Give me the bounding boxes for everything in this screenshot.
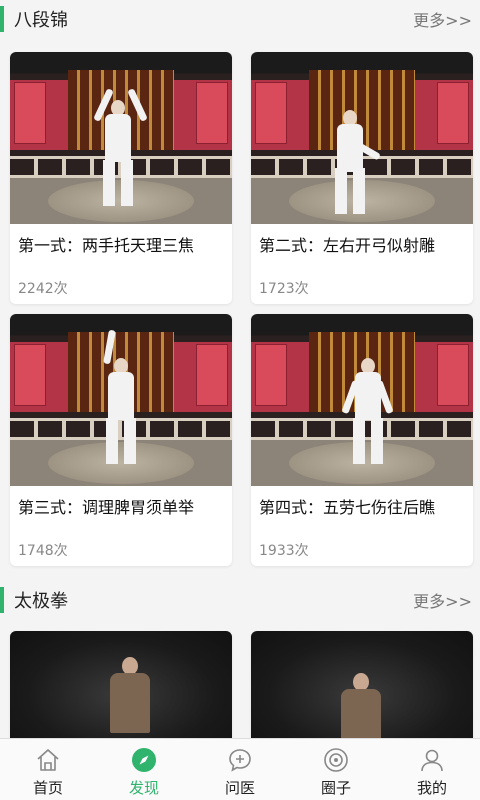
video-title: 第四式：五劳七伤往后瞧 — [259, 498, 436, 517]
section-header-baduanjin: 八段锦 更多>> — [0, 0, 480, 38]
video-card[interactable]: 第四式：五劳七伤往后瞧 1933次 — [251, 314, 473, 566]
video-thumbnail[interactable] — [251, 631, 473, 738]
nav-item-discover[interactable]: 发现 — [96, 739, 192, 800]
video-thumbnail[interactable] — [251, 314, 473, 486]
nav-label: 问医 — [224, 779, 255, 797]
video-title: 第二式：左右开弓似射雕 — [259, 236, 436, 255]
section-title: 太极拳 — [14, 591, 68, 612]
nav-label: 发现 — [128, 779, 159, 797]
nav-label: 首页 — [32, 779, 63, 797]
video-title: 第一式：两手托天理三焦 — [18, 236, 195, 255]
nav-item-mine[interactable]: 我的 — [384, 739, 480, 800]
video-card[interactable] — [10, 631, 232, 738]
compass-icon — [132, 748, 156, 772]
circle-icon — [324, 748, 348, 772]
nav-label: 我的 — [416, 779, 447, 797]
video-card[interactable]: 第二式：左右开弓似射雕 1723次 — [251, 52, 473, 304]
chat-plus-icon — [229, 749, 251, 772]
view-count: 1748次 — [18, 543, 68, 559]
video-thumbnail[interactable] — [251, 52, 473, 224]
video-thumbnail[interactable] — [10, 631, 232, 738]
section-title: 八段锦 — [14, 10, 68, 31]
more-link[interactable]: 更多>> — [413, 588, 472, 612]
video-card[interactable]: 第三式：调理脾胃须单举 1748次 — [10, 314, 232, 566]
video-thumbnail[interactable] — [10, 52, 232, 224]
bottom-navigation: 首页 发现 问医 圈子 我的 — [0, 738, 480, 800]
view-count: 2242次 — [18, 281, 68, 297]
video-card[interactable]: 第一式：两手托天理三焦 2242次 — [10, 52, 232, 304]
view-count: 1723次 — [259, 281, 309, 297]
nav-item-consult[interactable]: 问医 — [192, 739, 288, 800]
home-icon — [37, 749, 59, 771]
video-title: 第三式：调理脾胃须单举 — [18, 498, 195, 517]
user-icon — [421, 749, 443, 772]
nav-item-community[interactable]: 圈子 — [288, 739, 384, 800]
section-accent-bar — [0, 587, 4, 613]
section-accent-bar — [0, 6, 4, 32]
section-header-taijiquan: 太极拳 更多>> — [0, 581, 480, 619]
nav-label: 圈子 — [320, 779, 351, 797]
view-count: 1933次 — [259, 543, 309, 559]
video-thumbnail[interactable] — [10, 314, 232, 486]
more-link[interactable]: 更多>> — [413, 7, 472, 31]
nav-item-home[interactable]: 首页 — [0, 739, 96, 800]
video-card[interactable] — [251, 631, 473, 738]
